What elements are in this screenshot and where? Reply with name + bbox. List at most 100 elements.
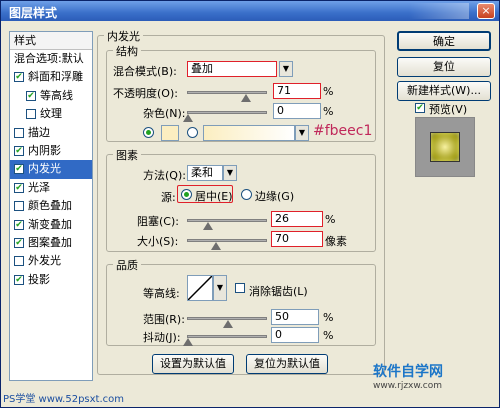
contour-linear-icon (187, 275, 213, 301)
source-label: 源: (161, 191, 176, 204)
style-checkbox[interactable]: ✔ (14, 274, 24, 285)
style-checkbox[interactable]: ✔ (14, 237, 24, 248)
styles-header[interactable]: 样式 (10, 32, 92, 50)
inner-glow-group: 内发光 结构 混合模式(B): 叠加 ▼ 不透明度(O): 71 % 杂色(N)… (97, 28, 385, 375)
style-item[interactable]: ✔ 渐变叠加 (10, 216, 92, 234)
elements-title: 图素 (113, 147, 141, 163)
preview-label[interactable]: 预览(V) (429, 101, 467, 117)
chevron-down-icon[interactable]: ▼ (279, 61, 293, 77)
range-slider-thumb[interactable] (223, 320, 233, 328)
opacity-slider[interactable] (187, 91, 267, 94)
jitter-slider[interactable] (187, 335, 267, 338)
style-item[interactable]: ✔ 内阴影 (10, 142, 92, 160)
gradient-picker[interactable] (203, 125, 295, 141)
gradient-radio[interactable] (187, 127, 198, 138)
noise-percent: % (323, 105, 334, 118)
style-item[interactable]: ✔ 斜面和浮雕 (10, 68, 92, 86)
style-item[interactable]: 外发光 (10, 252, 92, 270)
watermark-right: 软件自学网 www.rjzxw.com (373, 361, 493, 401)
noise-slider[interactable] (187, 111, 267, 114)
layer-style-dialog: 图层样式 × 样式 混合选项:默认 ✔ 斜面和浮雕 ✔ 等高线 纹理 描边 ✔ 内阴影 ✔ 内发光 ✔… (0, 0, 500, 408)
quality-group: 品质 等高线: ▼ 消除锯齿(L) 范围(R): 50 % 抖动(J): 0 % (106, 257, 376, 346)
chevron-down-icon[interactable]: ▼ (223, 165, 237, 181)
choke-slider-thumb[interactable] (203, 222, 213, 230)
inner-glow-panel: 内发光 结构 混合模式(B): 叠加 ▼ 不透明度(O): 71 % 杂色(N)… (97, 28, 387, 381)
blend-mode-select[interactable]: 叠加 (187, 61, 277, 77)
choke-label: 阻塞(C): (137, 215, 179, 228)
windows-logo-icon (409, 3, 469, 19)
opacity-input[interactable]: 71 (273, 83, 321, 99)
watermark-right-url: www.rjzxw.com (373, 381, 442, 391)
watermark-right-main: 软件自学网 (373, 364, 443, 380)
structure-group: 结构 混合模式(B): 叠加 ▼ 不透明度(O): 71 % 杂色(N): 0 … (106, 43, 376, 142)
style-checkbox[interactable]: ✔ (14, 164, 24, 175)
reset-default-button[interactable]: 复位为默认值 (246, 354, 328, 374)
new-style-button[interactable]: 新建样式(W)... (397, 81, 491, 101)
style-checkbox[interactable]: ✔ (14, 145, 24, 156)
title-bar[interactable]: 图层样式 × (1, 1, 499, 21)
close-button[interactable]: × (477, 3, 495, 19)
style-item[interactable]: ✔ 光泽 (10, 179, 92, 197)
style-item-label: 等高线 (40, 88, 73, 102)
method-select[interactable]: 柔和 (187, 165, 223, 181)
size-slider[interactable] (187, 239, 267, 242)
blend-mode-label: 混合模式(B): (113, 65, 177, 78)
style-item[interactable]: 颜色叠加 (10, 197, 92, 215)
style-item[interactable]: ✔ 等高线 (10, 87, 92, 105)
source-center-radio[interactable] (181, 189, 192, 200)
style-item-label: 混合选项:默认 (14, 52, 84, 65)
ok-button[interactable]: 确定 (397, 31, 491, 51)
style-item[interactable]: ✔ 内发光 (10, 160, 92, 179)
set-default-button[interactable]: 设置为默认值 (152, 354, 234, 374)
style-checkbox[interactable]: ✔ (14, 219, 24, 230)
contour-label: 等高线: (143, 287, 180, 300)
noise-slider-thumb[interactable] (183, 114, 193, 122)
window-title: 图层样式 (9, 6, 58, 20)
source-edge-radio[interactable] (241, 189, 252, 200)
style-item[interactable]: 纹理 (10, 105, 92, 123)
contour-picker[interactable] (187, 275, 213, 301)
choke-input[interactable]: 26 (271, 211, 323, 227)
size-slider-thumb[interactable] (211, 242, 221, 250)
style-item-label: 内阴影 (28, 143, 61, 157)
jitter-percent: % (323, 329, 334, 342)
opacity-slider-thumb[interactable] (241, 94, 251, 102)
antialias-label[interactable]: 消除锯齿(L) (249, 283, 308, 299)
style-checkbox[interactable] (14, 127, 24, 138)
range-input[interactable]: 50 (271, 309, 319, 325)
solid-color-radio[interactable] (143, 127, 154, 138)
chevron-down-icon[interactable]: ▼ (213, 275, 227, 301)
antialias-checkbox[interactable] (235, 283, 245, 293)
reset-button[interactable]: 复位 (397, 57, 491, 77)
size-input[interactable]: 70 (271, 231, 323, 247)
noise-input[interactable]: 0 (273, 103, 321, 119)
style-checkbox[interactable] (14, 201, 24, 212)
elements-group: 图素 方法(Q): 柔和 ▼ 源: 居中(E) 边缘(G) 阻塞(C): 26 … (106, 147, 376, 252)
style-item-label: 投影 (28, 272, 50, 286)
choke-slider[interactable] (187, 219, 267, 222)
style-item[interactable]: 描边 (10, 124, 92, 142)
source-edge-label[interactable]: 边缘(G) (255, 188, 294, 204)
preview-checkbox[interactable]: ✔ (415, 103, 425, 113)
choke-percent: % (325, 213, 336, 226)
style-item-label: 内发光 (28, 162, 61, 176)
style-checkbox[interactable] (26, 109, 36, 120)
styles-list: 样式 混合选项:默认 ✔ 斜面和浮雕 ✔ 等高线 纹理 描边 ✔ 内阴影 ✔ 内发光 ✔ 光泽 颜色叠加 ✔… (9, 31, 93, 381)
style-item[interactable]: ✔ 投影 (10, 271, 92, 289)
style-checkbox[interactable]: ✔ (14, 182, 24, 193)
source-center-label[interactable]: 居中(E) (195, 188, 233, 204)
watermark-left: PS学堂 www.52psxt.com (3, 394, 125, 405)
jitter-input[interactable]: 0 (271, 327, 319, 343)
glow-color-swatch[interactable] (161, 125, 179, 141)
size-label: 大小(S): (137, 235, 179, 248)
jitter-slider-thumb[interactable] (183, 338, 193, 346)
style-item[interactable]: 混合选项:默认 (10, 50, 92, 68)
style-checkbox[interactable]: ✔ (26, 90, 36, 101)
style-item-label: 纹理 (40, 107, 62, 121)
opacity-label: 不透明度(O): (113, 87, 178, 100)
style-item-label: 渐变叠加 (28, 217, 72, 231)
style-checkbox[interactable]: ✔ (14, 72, 24, 83)
style-checkbox[interactable] (14, 256, 24, 267)
chevron-down-icon[interactable]: ▼ (295, 125, 309, 141)
style-item[interactable]: ✔ 图案叠加 (10, 234, 92, 252)
